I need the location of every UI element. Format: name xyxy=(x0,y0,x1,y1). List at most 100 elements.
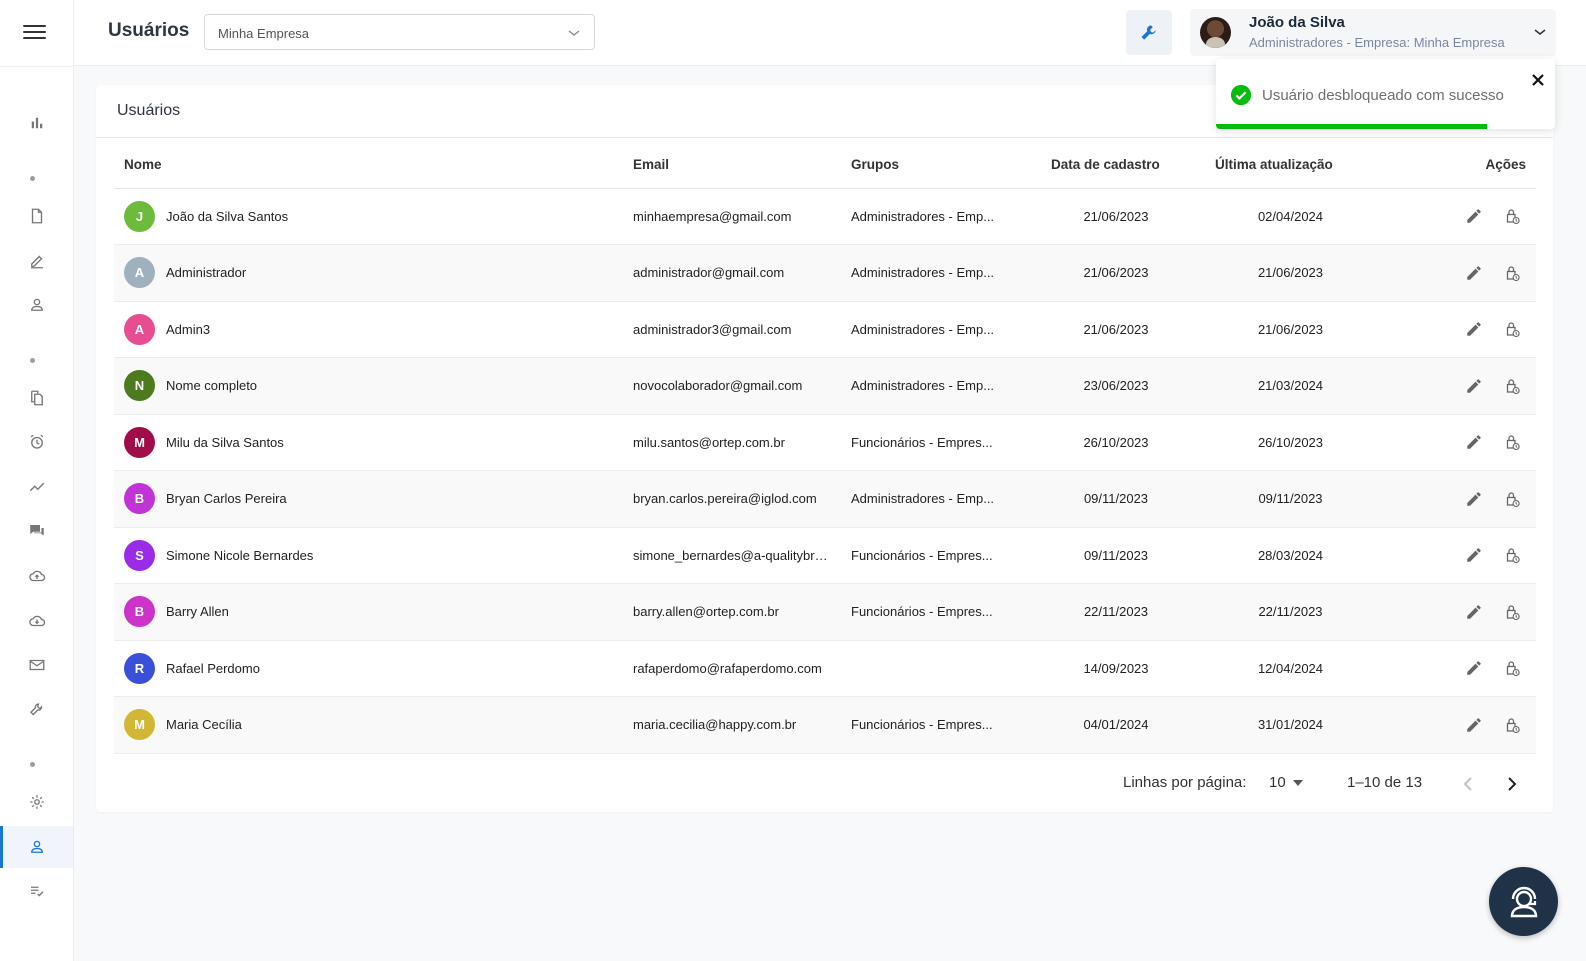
lock-user-button[interactable] xyxy=(1502,206,1522,226)
rows-per-page-select[interactable]: 10 xyxy=(1269,772,1309,796)
previous-page-button[interactable] xyxy=(1453,769,1483,799)
tools-button[interactable] xyxy=(1126,10,1172,55)
user-menu[interactable]: João da Silva Administradores - Empresa:… xyxy=(1190,9,1556,56)
sidebar-item-upload[interactable] xyxy=(0,556,73,596)
lock-user-button[interactable] xyxy=(1502,489,1522,509)
mail-icon xyxy=(29,659,44,671)
lock-user-button[interactable] xyxy=(1502,376,1522,396)
gear-icon xyxy=(29,795,44,809)
support-button[interactable] xyxy=(1489,867,1558,936)
person-icon xyxy=(30,298,43,311)
sidebar-item-settings[interactable] xyxy=(0,782,73,822)
updated-date-cell: 21/06/2023 xyxy=(1205,244,1376,302)
pencil-icon xyxy=(1464,206,1484,226)
check-circle-icon xyxy=(1230,84,1252,106)
pagination: Linhas por página: 10 1–10 de 13 xyxy=(96,769,1553,799)
created-date-cell: 09/11/2023 xyxy=(1027,470,1205,528)
table-row: B Bryan Carlos Pereira bryan.carlos.pereir… xyxy=(114,470,1536,528)
user-name-text: Milu da Silva Santos xyxy=(166,434,284,450)
updated-date-cell: 22/11/2023 xyxy=(1205,583,1376,641)
user-initial-avatar: M xyxy=(124,709,155,741)
lock-user-button[interactable] xyxy=(1502,319,1522,339)
lock-user-button[interactable] xyxy=(1502,432,1522,452)
actions-cell xyxy=(1376,301,1536,358)
edit-user-button[interactable] xyxy=(1464,263,1484,283)
updated-date-cell: 09/11/2023 xyxy=(1205,470,1376,528)
updated-date-cell: 12/04/2024 xyxy=(1205,640,1376,697)
sidebar-item-download[interactable] xyxy=(0,601,73,641)
sidebar-section-dot xyxy=(30,762,35,767)
column-header-name[interactable]: Nome xyxy=(114,142,623,189)
toast-message: Usuário desbloqueado com sucesso xyxy=(1262,87,1504,104)
sidebar-item-documents[interactable] xyxy=(0,196,73,236)
lock-user-button[interactable] xyxy=(1502,263,1522,283)
table-row: N Nome completo novocolaborador@gmail.com A… xyxy=(114,357,1536,415)
lock-clock-icon xyxy=(1502,545,1522,565)
edit-user-button[interactable] xyxy=(1464,376,1484,396)
edit-icon xyxy=(30,255,43,269)
group-cell: Administradores - Emp... xyxy=(841,244,1027,302)
column-header-email[interactable]: Email xyxy=(623,142,841,189)
alarm-icon xyxy=(30,434,43,449)
lock-clock-icon xyxy=(1502,715,1522,735)
sidebar-item-tools[interactable] xyxy=(0,690,73,730)
edit-user-button[interactable] xyxy=(1464,206,1484,226)
edit-user-button[interactable] xyxy=(1464,489,1484,509)
chevron-down-icon xyxy=(1534,29,1546,35)
close-icon[interactable] xyxy=(1530,72,1546,88)
edit-user-button[interactable] xyxy=(1464,602,1484,622)
edit-user-button[interactable] xyxy=(1464,715,1484,735)
sidebar-item-trends[interactable] xyxy=(0,467,73,507)
edit-user-button[interactable] xyxy=(1464,545,1484,565)
files-icon xyxy=(30,390,43,406)
next-page-button[interactable] xyxy=(1497,769,1527,799)
lock-user-button[interactable] xyxy=(1502,545,1522,565)
sidebar-item-users[interactable] xyxy=(0,826,73,868)
card-divider xyxy=(96,137,1553,138)
created-date-cell: 23/06/2023 xyxy=(1027,357,1205,415)
group-cell: Administradores - Emp... xyxy=(841,470,1027,528)
email-cell: novocolaborador@gmail.com xyxy=(623,357,841,415)
lock-user-button[interactable] xyxy=(1502,658,1522,678)
sidebar-item-checklist[interactable] xyxy=(0,871,73,911)
sidebar-item-alarms[interactable] xyxy=(0,422,73,462)
pencil-icon xyxy=(1464,263,1484,283)
sidebar-item-profile[interactable] xyxy=(0,285,73,325)
actions-cell xyxy=(1376,583,1536,641)
checklist-icon xyxy=(30,886,43,897)
column-header-actions: Ações xyxy=(1376,142,1536,189)
name-cell: A Admin3 xyxy=(114,301,623,358)
column-header-updated[interactable]: Última atualização xyxy=(1205,142,1376,189)
pencil-icon xyxy=(1464,489,1484,509)
column-header-groups[interactable]: Grupos xyxy=(841,142,1027,189)
actions-cell xyxy=(1376,188,1536,245)
company-select[interactable]: Minha Empresa xyxy=(204,14,595,50)
column-header-created[interactable]: Data de cadastro xyxy=(1027,142,1205,189)
edit-user-button[interactable] xyxy=(1464,658,1484,678)
pencil-icon xyxy=(1464,376,1484,396)
edit-user-button[interactable] xyxy=(1464,432,1484,452)
success-toast: Usuário desbloqueado com sucesso xyxy=(1216,59,1555,129)
sidebar-item-dashboard[interactable] xyxy=(0,103,73,143)
created-date-cell: 22/11/2023 xyxy=(1027,583,1205,641)
actions-cell xyxy=(1376,527,1536,584)
lock-clock-icon xyxy=(1502,602,1522,622)
created-date-cell: 21/06/2023 xyxy=(1027,244,1205,302)
created-date-cell: 26/10/2023 xyxy=(1027,414,1205,471)
user-initial-avatar: B xyxy=(124,483,155,515)
group-cell: Funcionários - Empres... xyxy=(841,414,1027,471)
edit-user-button[interactable] xyxy=(1464,319,1484,339)
lock-user-button[interactable] xyxy=(1502,715,1522,735)
user-initial-avatar: B xyxy=(124,596,155,628)
user-avatar xyxy=(1200,17,1231,48)
sidebar-item-mail[interactable] xyxy=(0,645,73,685)
sidebar-item-files[interactable] xyxy=(0,378,73,418)
email-cell: maria.cecilia@happy.com.br xyxy=(623,696,841,754)
pencil-icon xyxy=(1464,715,1484,735)
name-cell: A Administrador xyxy=(114,244,623,302)
lock-user-button[interactable] xyxy=(1502,602,1522,622)
sidebar-item-edit[interactable] xyxy=(0,241,73,281)
hamburger-menu-icon[interactable] xyxy=(23,22,49,42)
sidebar-item-chat[interactable] xyxy=(0,511,73,551)
user-name-text: João da Silva Santos xyxy=(166,208,289,224)
